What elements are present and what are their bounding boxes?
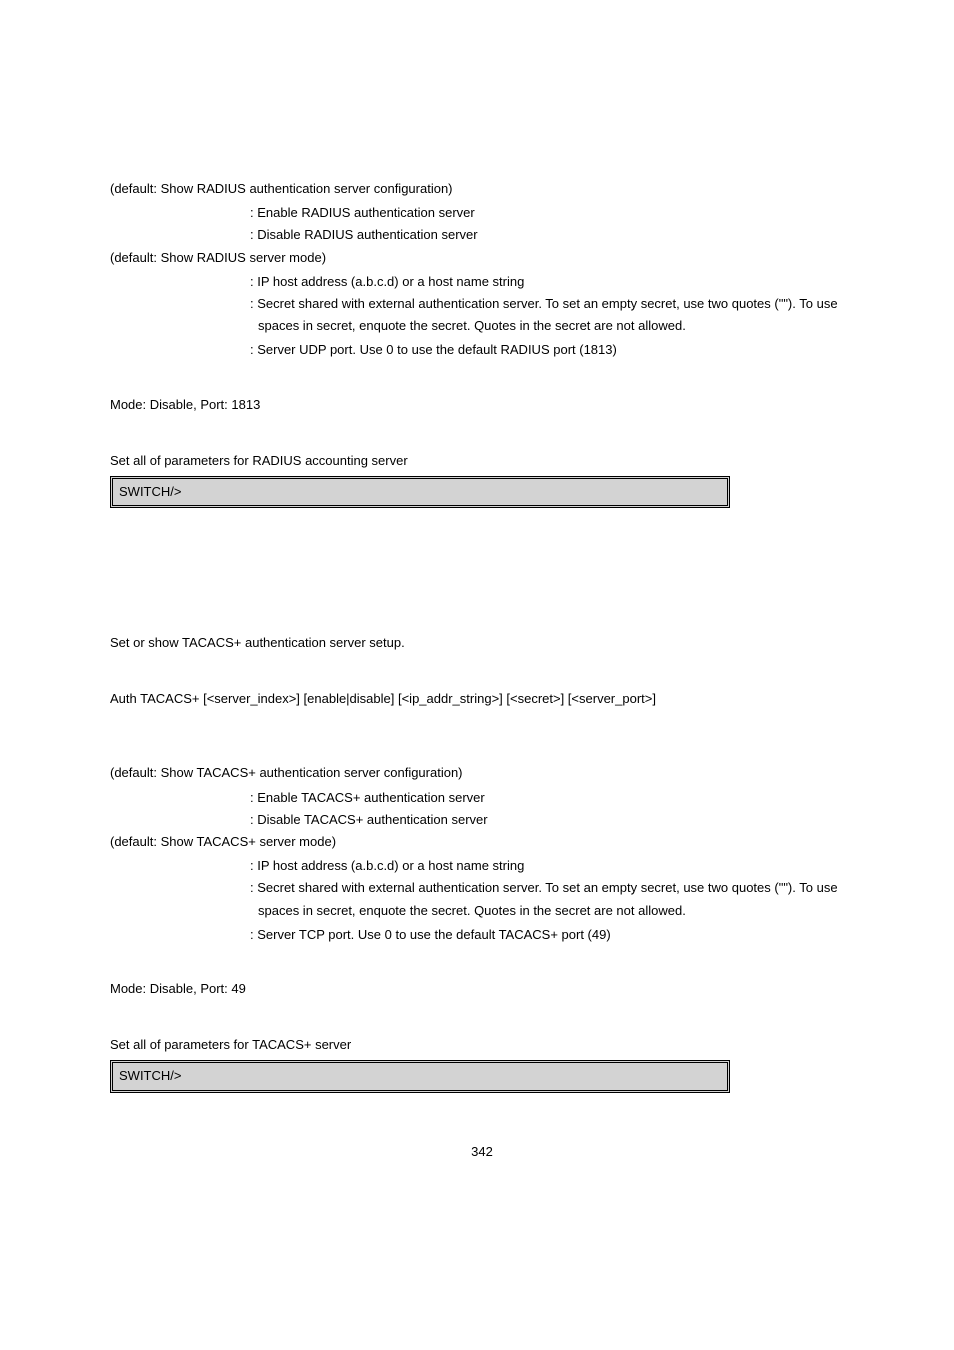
tacacs-enable-desc: : Enable TACACS+ authentication server: [250, 789, 854, 807]
radius-cmd-text: SWITCH/>: [119, 484, 181, 499]
tacacs-port-desc: : Server TCP port. Use 0 to use the defa…: [250, 926, 854, 944]
tacacs-ip-desc: : IP host address (a.b.c.d) or a host na…: [250, 857, 854, 875]
tacacs-enable-line: : Enable TACACS+ authentication server: [110, 789, 854, 807]
tacacs-mode-note: (default: Show TACACS+ server mode): [110, 833, 854, 851]
radius-ip-line: : IP host address (a.b.c.d) or a host na…: [110, 273, 854, 291]
param-label: [110, 273, 250, 291]
radius-secret-desc-2: spaces in secret, enquote the secret. Qu…: [258, 317, 854, 335]
tacacs-secret-desc-2: spaces in secret, enquote the secret. Qu…: [258, 902, 854, 920]
radius-example-desc: Set all of parameters for RADIUS account…: [110, 452, 854, 470]
radius-disable-desc: : Disable RADIUS authentication server: [250, 226, 854, 244]
tacacs-disable-line: : Disable TACACS+ authentication server: [110, 811, 854, 829]
radius-port-line: : Server UDP port. Use 0 to use the defa…: [110, 341, 854, 359]
param-label: [110, 857, 250, 875]
tacacs-disable-desc: : Disable TACACS+ authentication server: [250, 811, 854, 829]
tacacs-secret-desc-1: : Secret shared with external authentica…: [250, 879, 854, 897]
param-label: [110, 926, 250, 944]
param-label: [110, 341, 250, 359]
radius-port-desc: : Server UDP port. Use 0 to use the defa…: [250, 341, 854, 359]
tacacs-ip-line: : IP host address (a.b.c.d) or a host na…: [110, 857, 854, 875]
radius-server-index-note: (default: Show RADIUS authentication ser…: [110, 180, 854, 198]
tacacs-port-line: : Server TCP port. Use 0 to use the defa…: [110, 926, 854, 944]
radius-secret-desc-1: : Secret shared with external authentica…: [250, 295, 854, 313]
radius-ip-desc: : IP host address (a.b.c.d) or a host na…: [250, 273, 854, 291]
tacacs-example-desc: Set all of parameters for TACACS+ server: [110, 1036, 854, 1054]
radius-disable-line: : Disable RADIUS authentication server: [110, 226, 854, 244]
page: (default: Show RADIUS authentication ser…: [0, 0, 954, 1350]
tacacs-secret-line: : Secret shared with external authentica…: [110, 879, 854, 897]
radius-default-setting: Mode: Disable, Port: 1813: [110, 396, 854, 414]
tacacs-description: Set or show TACACS+ authentication serve…: [110, 634, 854, 652]
tacacs-syntax: Auth TACACS+ [<server_index>] [enable|di…: [110, 690, 854, 708]
param-label: [110, 226, 250, 244]
tacacs-cmd-text: SWITCH/>: [119, 1068, 181, 1083]
param-label: [110, 789, 250, 807]
radius-enable-line: : Enable RADIUS authentication server: [110, 204, 854, 222]
tacacs-cmd-box: SWITCH/>: [110, 1060, 730, 1092]
param-label: [110, 811, 250, 829]
param-label: [110, 879, 250, 897]
tacacs-default-setting: Mode: Disable, Port: 49: [110, 980, 854, 998]
page-number: 342: [110, 1143, 854, 1161]
param-label: [110, 204, 250, 222]
param-label: [110, 295, 250, 313]
tacacs-server-index-note: (default: Show TACACS+ authentication se…: [110, 764, 854, 782]
radius-secret-line: : Secret shared with external authentica…: [110, 295, 854, 313]
radius-mode-note: (default: Show RADIUS server mode): [110, 249, 854, 267]
radius-enable-desc: : Enable RADIUS authentication server: [250, 204, 854, 222]
radius-cmd-box: SWITCH/>: [110, 476, 730, 508]
